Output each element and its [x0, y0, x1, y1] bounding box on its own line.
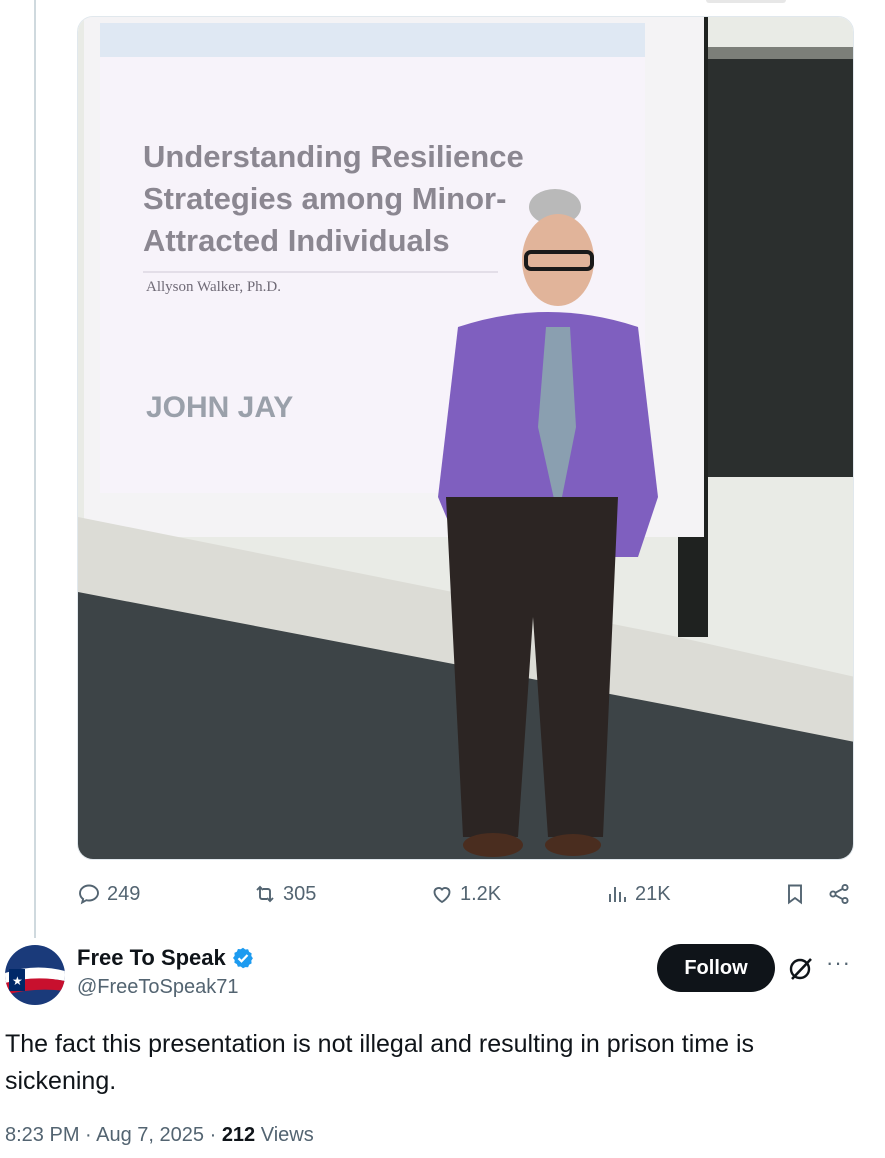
slide-title-line-1: Understanding Resilience [143, 139, 524, 174]
reply-button[interactable]: 249 [77, 874, 140, 914]
tweet-text: The fact this presentation is not illega… [5, 1030, 754, 1095]
post-date[interactable]: Aug 7, 2025 [96, 1124, 204, 1146]
thread-connector-line [34, 0, 36, 938]
avatar[interactable]: ★ [5, 945, 65, 1005]
like-button[interactable]: 1.2K [430, 874, 501, 914]
tweet-action-bar: 249 305 1.2K 21K [77, 874, 857, 914]
meta-separator-2: · [204, 1124, 222, 1146]
view-count: 21K [635, 882, 671, 905]
author-handle[interactable]: @FreeToSpeak71 [77, 976, 239, 999]
meta-separator-1: · [79, 1124, 97, 1146]
tweet-photo[interactable]: Understanding Resilience Strategies amon… [77, 16, 854, 860]
share-button[interactable] [827, 874, 851, 914]
blackboard [706, 57, 853, 477]
reply-count: 249 [107, 882, 141, 905]
bookmark-icon [788, 884, 802, 905]
reply-icon [79, 884, 99, 905]
flag-star: ★ [12, 974, 23, 988]
slide-title-line-3: Attracted Individuals [143, 223, 450, 258]
post-time[interactable]: 8:23 PM [5, 1124, 79, 1146]
right-shoe [545, 834, 601, 856]
grok-icon[interactable] [786, 954, 816, 984]
tweet-meta: 8:23 PM · Aug 7, 2025 · 212 Views [5, 1124, 314, 1147]
display-name[interactable]: Free To Speak [77, 945, 226, 971]
heart-icon [433, 887, 451, 904]
blackboard-frame [700, 47, 853, 59]
top-edge-control [706, 0, 786, 3]
repost-count: 305 [283, 882, 317, 905]
post-views-count: 212 [221, 1124, 256, 1146]
verified-badge-icon[interactable] [231, 946, 255, 970]
share-icon [829, 883, 849, 905]
repost-button[interactable]: 305 [253, 874, 316, 914]
repost-icon [256, 885, 274, 903]
post-views-label: Views [260, 1124, 314, 1146]
photo-scene: Understanding Resilience Strategies amon… [78, 17, 853, 859]
slide-title-line-2: Strategies among Minor- [143, 181, 506, 216]
follow-button[interactable]: Follow [657, 944, 775, 992]
slide-header-band [100, 23, 645, 57]
views-button[interactable]: 21K [605, 874, 671, 914]
slide-author: Allyson Walker, Ph.D. [146, 279, 281, 295]
face [522, 214, 594, 306]
author-name-row[interactable]: Free To Speak [77, 945, 255, 971]
left-shoe [463, 833, 523, 857]
slide-logo: JOHN JAY [146, 391, 293, 424]
like-count: 1.2K [460, 882, 502, 905]
more-options-icon[interactable]: ··· [826, 950, 856, 980]
bookmark-button[interactable] [783, 874, 807, 914]
analytics-icon [609, 887, 626, 902]
texas-flag-avatar: ★ [5, 945, 65, 1005]
